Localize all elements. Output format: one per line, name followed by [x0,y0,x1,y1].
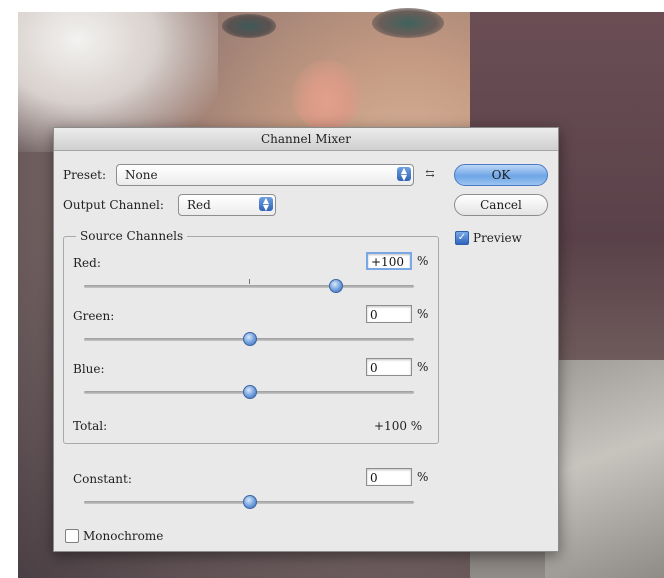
dialog-title: Channel Mixer [54,128,558,151]
updown-arrows-icon: ▲ ▼ [259,197,273,212]
red-slider-track[interactable] [84,285,414,288]
total-value: +100 % [374,419,423,433]
red-percent: % [417,254,429,268]
preview-checkbox[interactable]: ✓ [455,231,469,245]
output-channel-label: Output Channel: [63,198,164,212]
painting-nose [292,60,362,130]
preset-select[interactable]: None ▲ ▼ [116,164,414,186]
preset-value: None [125,168,158,182]
total-label: Total: [73,419,108,433]
output-channel-value: Red [187,198,211,212]
constant-percent: % [417,470,429,484]
green-percent: % [417,307,429,321]
green-slider-thumb[interactable] [243,332,257,346]
output-channel-select[interactable]: Red ▲ ▼ [178,194,276,216]
red-value-field[interactable]: +100 [366,252,412,270]
painting-coat [545,360,664,578]
red-label: Red: [73,256,101,270]
updown-arrows-icon: ▲ ▼ [397,167,411,182]
monochrome-label: Monochrome [83,529,164,543]
blue-slider-thumb[interactable] [243,385,257,399]
checkmark-icon: ✓ [457,232,467,243]
preset-options-icon[interactable]: ⇆ [421,166,439,182]
source-channels-title: Source Channels [76,229,188,243]
red-slider-center-tick [249,279,250,284]
blue-label: Blue: [73,362,105,376]
painting-left-eye [222,14,276,38]
blue-percent: % [417,360,429,374]
painting-right-eye [372,8,444,38]
red-slider-thumb[interactable] [329,279,343,293]
preset-label: Preset: [63,168,107,182]
constant-value-field[interactable]: 0 [366,468,412,486]
monochrome-checkbox[interactable] [65,529,79,543]
preview-label: Preview [473,231,522,245]
constant-label: Constant: [73,472,132,486]
cancel-button[interactable]: Cancel [454,194,548,216]
ok-button[interactable]: OK [454,164,548,186]
channel-mixer-dialog: Channel Mixer Preset: None ▲ ▼ ⇆ Output C… [53,127,559,552]
blue-value-field[interactable]: 0 [366,358,412,376]
constant-slider-thumb[interactable] [243,495,257,509]
green-label: Green: [73,309,115,323]
green-value-field[interactable]: 0 [366,305,412,323]
